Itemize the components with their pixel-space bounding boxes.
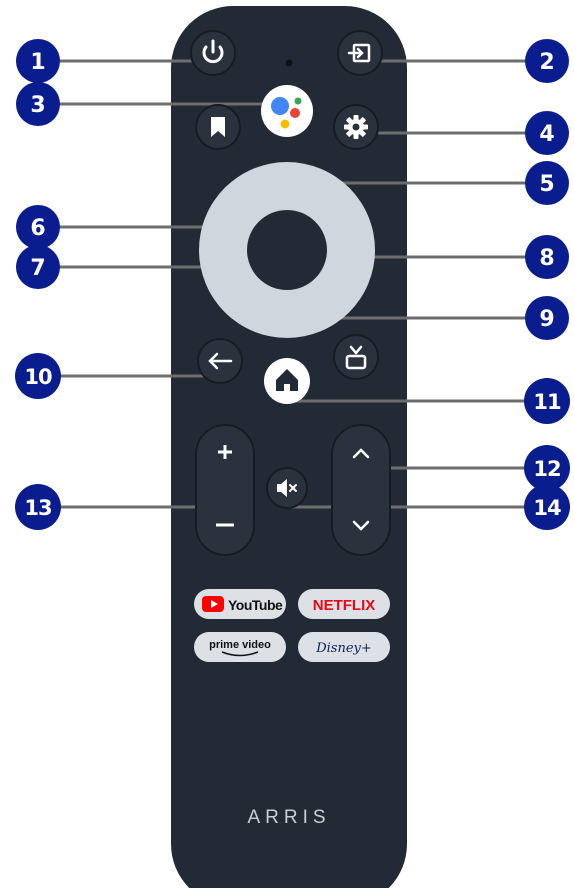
callout-14: 14 xyxy=(524,484,570,530)
callout-12-label: 12 xyxy=(533,457,560,481)
gear-icon xyxy=(344,115,368,139)
callout-13-label: 13 xyxy=(24,496,51,520)
youtube-label: YouTube xyxy=(228,597,283,613)
youtube-button[interactable]: YouTube xyxy=(194,589,286,619)
callout-9-label: 9 xyxy=(539,307,554,332)
callout-1: 1 xyxy=(16,39,60,83)
tv-button[interactable] xyxy=(333,334,379,380)
disney-plus-label: Disney+ xyxy=(315,641,372,656)
mute-button[interactable] xyxy=(266,467,308,509)
disney-plus-button[interactable]: Disney+ xyxy=(298,632,390,662)
netflix-button[interactable]: NETFLIX xyxy=(298,589,390,619)
callout-10: 10 xyxy=(15,353,61,399)
volume-rocker[interactable] xyxy=(195,424,255,556)
callout-1-label: 1 xyxy=(30,50,45,75)
callout-8-label: 8 xyxy=(539,246,554,271)
callout-9: 9 xyxy=(525,296,569,340)
callout-14-label: 14 xyxy=(533,496,561,520)
callout-11: 11 xyxy=(524,378,570,424)
netflix-label: NETFLIX xyxy=(313,597,376,614)
back-button[interactable] xyxy=(197,338,243,384)
callout-2-label: 2 xyxy=(539,50,554,75)
brand-logo: ARRIS xyxy=(247,807,330,828)
channel-rocker[interactable] xyxy=(331,424,391,556)
prime-video-label: prime video xyxy=(209,639,271,651)
callout-5: 5 xyxy=(525,161,569,205)
callout-6-label: 6 xyxy=(30,216,45,241)
settings-button[interactable] xyxy=(333,104,379,150)
bookmark-button[interactable] xyxy=(195,104,241,150)
remote-diagram: YouTube NETFLIX prime video Disney+ ARRI… xyxy=(15,6,570,888)
ok-button[interactable] xyxy=(247,210,327,290)
callout-13: 13 xyxy=(15,484,61,530)
callout-5-label: 5 xyxy=(539,172,554,197)
callout-7-label: 7 xyxy=(30,256,45,281)
callout-4: 4 xyxy=(525,111,569,155)
home-button[interactable] xyxy=(264,358,310,404)
callout-7: 7 xyxy=(16,245,60,289)
microphone-hole xyxy=(285,59,293,67)
assistant-button[interactable] xyxy=(261,85,313,137)
dpad[interactable] xyxy=(199,162,375,338)
callout-2: 2 xyxy=(525,39,569,83)
callout-6: 6 xyxy=(16,205,60,249)
callout-3: 3 xyxy=(16,82,60,126)
callout-8: 8 xyxy=(525,235,569,279)
power-button[interactable] xyxy=(190,30,236,76)
callout-3-label: 3 xyxy=(30,93,45,118)
callout-4-label: 4 xyxy=(539,122,554,147)
prime-video-button[interactable]: prime video xyxy=(194,632,286,662)
callout-10-label: 10 xyxy=(24,365,52,389)
input-button[interactable] xyxy=(337,30,383,76)
callout-11-label: 11 xyxy=(533,390,561,414)
